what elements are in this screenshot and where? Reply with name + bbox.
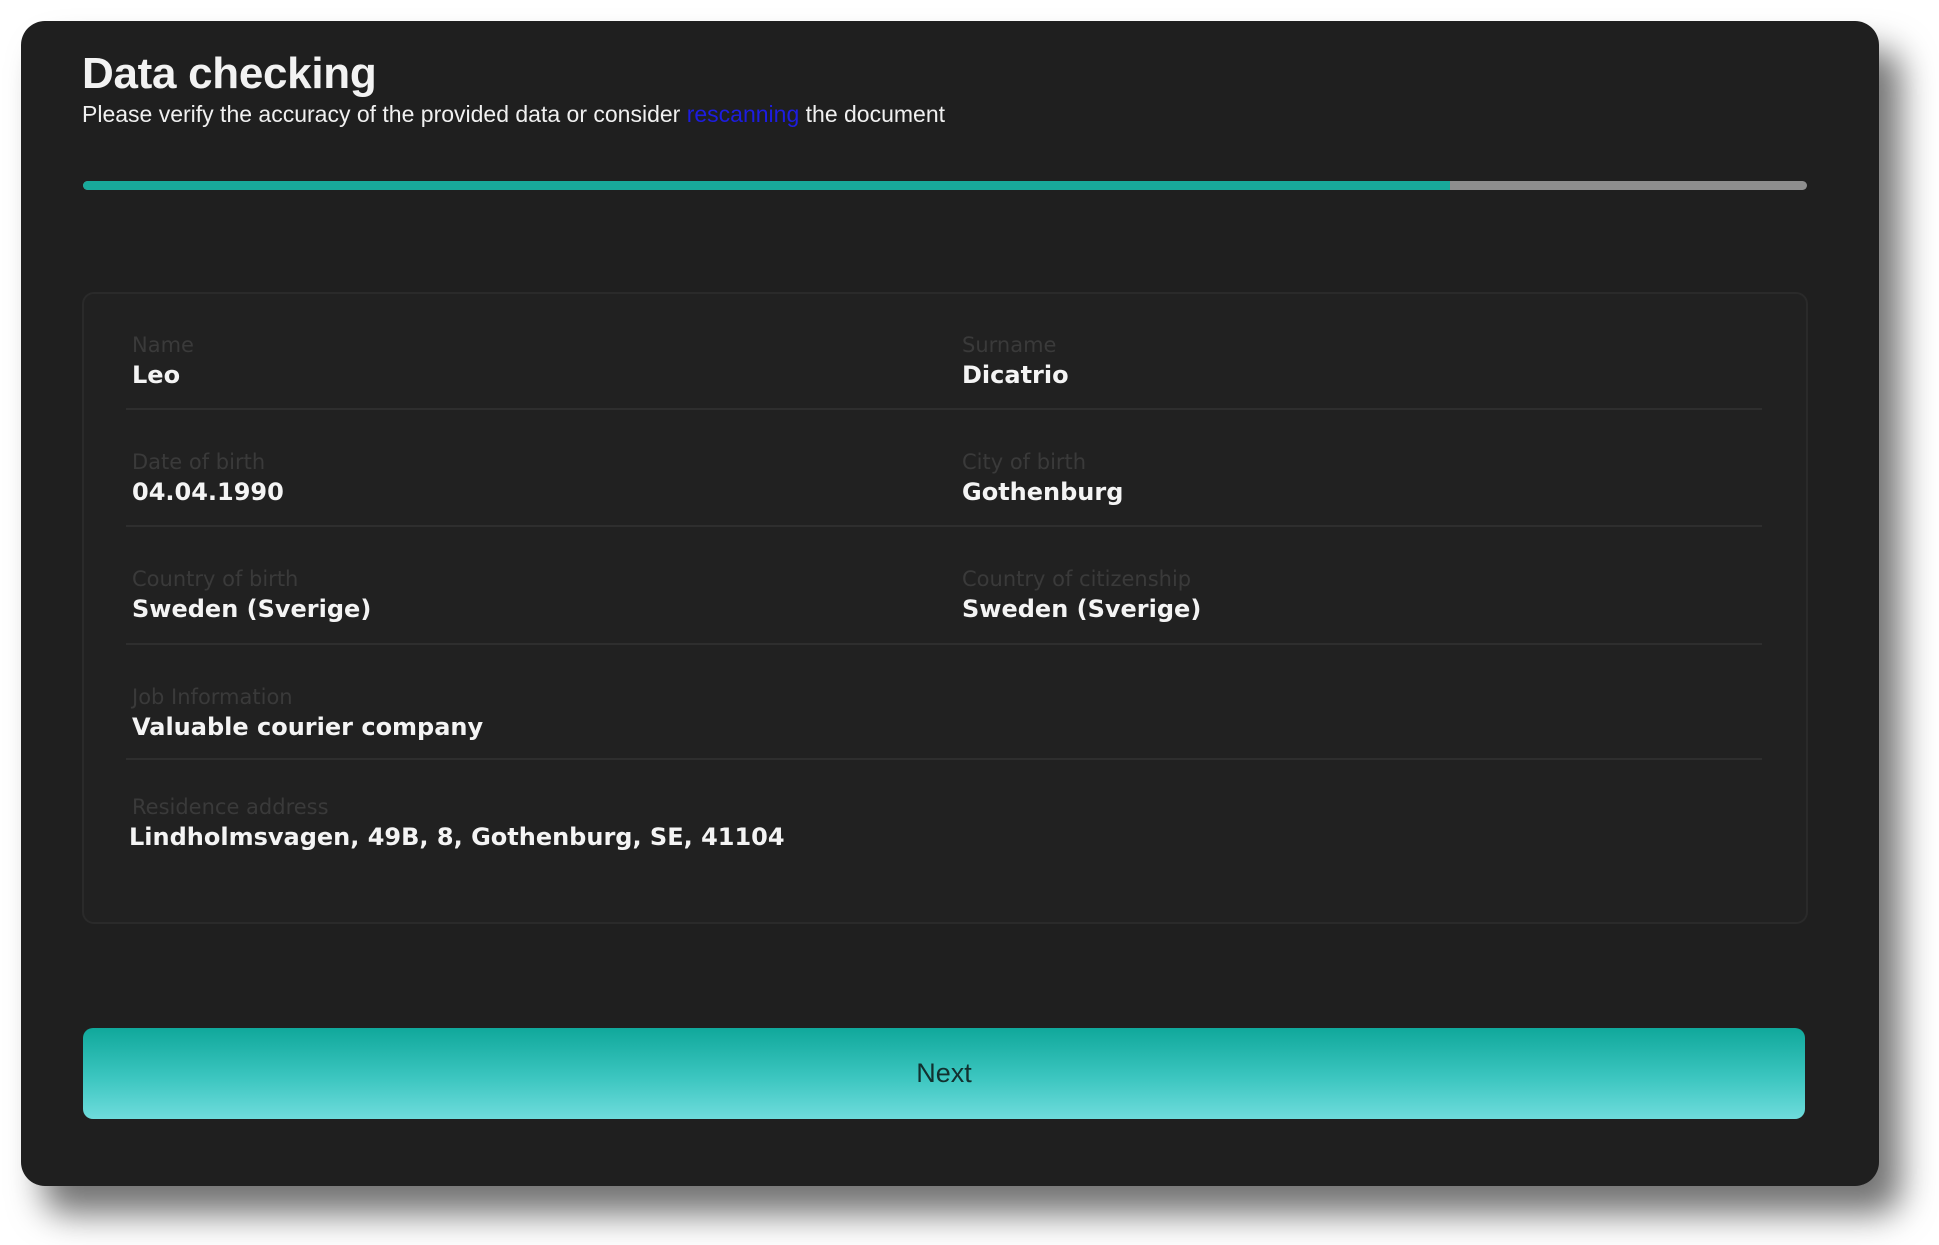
- next-button[interactable]: Next: [83, 1028, 1805, 1119]
- field-residence-address: Residence address Lindholmsvagen, 49B, 8…: [129, 794, 785, 852]
- rescanning-link[interactable]: rescanning: [687, 101, 800, 127]
- page-subtitle: Please verify the accuracy of the provid…: [82, 101, 945, 128]
- row-address: Residence address Lindholmsvagen, 49B, 8…: [126, 794, 1762, 870]
- field-city-of-birth: City of birth Gothenburg: [962, 449, 1123, 507]
- field-value: Sweden (Sverige): [132, 595, 372, 623]
- field-country-of-birth: Country of birth Sweden (Sverige): [132, 566, 371, 624]
- field-label: Job Information: [132, 685, 293, 709]
- page-title: Data checking: [82, 49, 377, 98]
- field-value: Gothenburg: [962, 478, 1124, 506]
- field-label: Residence address: [132, 795, 329, 819]
- row-name: Name Leo Surname Dicatrio: [126, 332, 1762, 410]
- subtitle-text-after: the document: [799, 101, 946, 127]
- data-checking-window: Data checking Please verify the accuracy…: [21, 21, 1879, 1186]
- field-label: Country of citizenship: [962, 567, 1192, 591]
- field-label: Surname: [962, 333, 1057, 357]
- subtitle-text-before: Please verify the accuracy of the provid…: [82, 101, 687, 127]
- field-value: Sweden (Sverige): [962, 595, 1202, 623]
- field-country-of-citizenship: Country of citizenship Sweden (Sverige): [962, 566, 1201, 624]
- field-name: Name Leo: [132, 332, 194, 390]
- field-value: Valuable courier company: [132, 713, 484, 741]
- field-label: Name: [132, 333, 194, 357]
- field-value: Lindholmsvagen, 49B, 8, Gothenburg, SE, …: [129, 823, 785, 851]
- field-label: Date of birth: [132, 450, 266, 474]
- field-job-information: Job Information Valuable courier company: [132, 684, 483, 742]
- field-value: 04.04.1990: [132, 478, 284, 506]
- field-label: City of birth: [962, 450, 1087, 474]
- row-birth: Date of birth 04.04.1990 City of birth G…: [126, 449, 1762, 527]
- field-surname: Surname Dicatrio: [962, 332, 1069, 390]
- field-value: Dicatrio: [962, 361, 1069, 389]
- field-date-of-birth: Date of birth 04.04.1990: [132, 449, 284, 507]
- data-card: Name Leo Surname Dicatrio Date of birth …: [82, 292, 1808, 924]
- field-label: Country of birth: [132, 567, 299, 591]
- row-country: Country of birth Sweden (Sverige) Countr…: [126, 566, 1762, 645]
- progress-bar-fill: [83, 181, 1451, 190]
- row-job: Job Information Valuable courier company: [126, 684, 1762, 760]
- field-value: Leo: [132, 361, 181, 389]
- progress-bar: [83, 181, 1807, 190]
